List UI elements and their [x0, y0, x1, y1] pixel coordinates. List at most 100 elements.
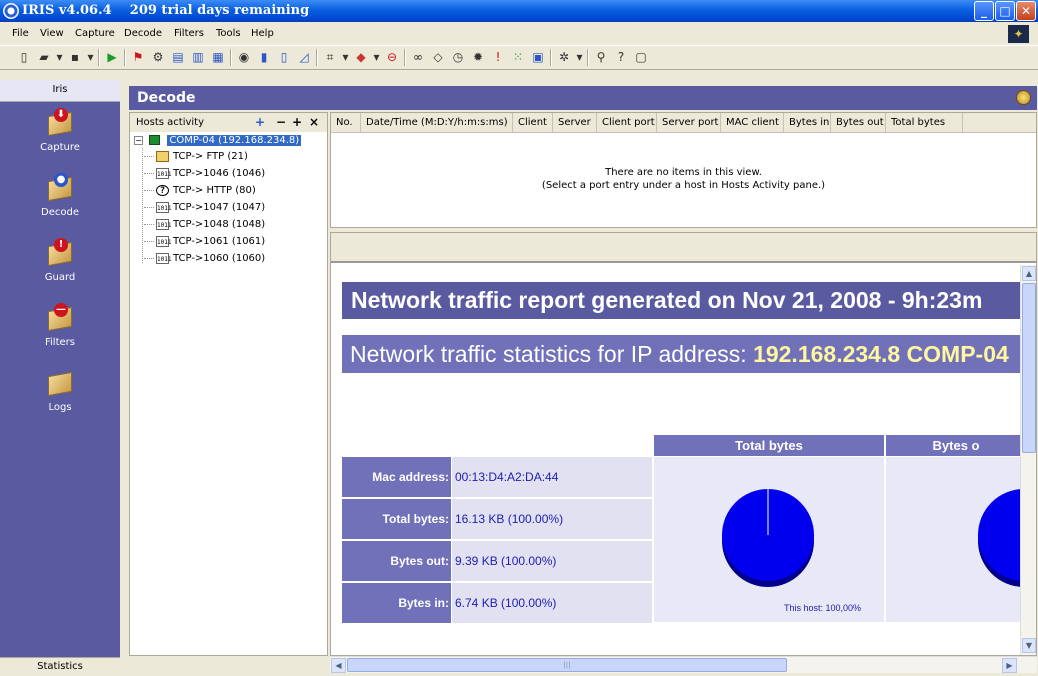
sidebar-item-logs[interactable]: Logs	[20, 368, 100, 413]
start-capture-icon[interactable]: ▶	[103, 49, 121, 66]
tree-port-node[interactable]: 1011 TCP->1061 (1061)	[144, 234, 265, 250]
close-button[interactable]: ✕	[1016, 1, 1036, 21]
filter-icon[interactable]: ⌗	[321, 49, 339, 66]
save-icon[interactable]: ▪	[66, 49, 84, 66]
dropdown-arrow-icon[interactable]: ▾	[575, 49, 584, 66]
column-header[interactable]: Client	[513, 113, 553, 133]
tree-port-label: TCP->1046 (1046)	[173, 168, 266, 179]
diamond-icon[interactable]: ◇	[429, 49, 447, 66]
flag-icon[interactable]: ⚑	[129, 49, 147, 66]
help-icon[interactable]: ▢	[632, 49, 650, 66]
sidebar-item-guard[interactable]: ! Guard	[20, 238, 100, 283]
line-chart-icon[interactable]: ◿	[295, 49, 313, 66]
note-icon[interactable]: ▣	[529, 49, 547, 66]
clock-icon[interactable]: ◷	[449, 49, 467, 66]
dropdown-arrow-icon[interactable]: ▾	[372, 49, 381, 66]
col-total-bytes: Total bytes	[654, 435, 884, 456]
exclamation-icon[interactable]: !	[489, 49, 507, 66]
column-header[interactable]: No.	[331, 113, 361, 133]
view-pane-2-icon[interactable]: ▦	[209, 49, 227, 66]
filters-icon: —	[45, 303, 75, 332]
menu-tools[interactable]: Tools	[216, 28, 241, 39]
pie-chart-total: This host: 100,00%	[722, 489, 861, 613]
search-help-icon[interactable]: ⚲	[592, 49, 610, 66]
column-chart-icon[interactable]: ▯	[275, 49, 293, 66]
column-header[interactable]: Server	[553, 113, 597, 133]
sidebar-header: Iris	[0, 80, 120, 102]
dropdown-arrow-icon[interactable]: ▾	[55, 49, 64, 66]
collapse-button[interactable]: −	[276, 113, 286, 132]
toolbar-separator	[550, 49, 552, 66]
bar-chart-icon[interactable]: ▮	[255, 49, 273, 66]
dropdown-arrow-icon[interactable]: ▾	[86, 49, 95, 66]
sidebar: Iris ⬇ Capture ● Decode ! Guard — Filters Logs S…	[0, 80, 120, 676]
stop-icon[interactable]: ⊖	[383, 49, 401, 66]
tree-port-node[interactable]: TCP-> FTP (21)	[144, 149, 248, 165]
menu-decode[interactable]: Decode	[124, 28, 162, 39]
packet-list-icon[interactable]: ▤	[169, 49, 187, 66]
expand-button[interactable]: +	[292, 113, 302, 132]
tree-root-node[interactable]: − COMP-04 (192.168.234.8)	[134, 133, 302, 149]
menu-file[interactable]: File	[12, 28, 29, 39]
hosts-activity-pane: Hosts activity + − + × − COMP-04 (192.16…	[129, 112, 328, 656]
tree-port-node[interactable]: ? TCP-> HTTP (80)	[144, 183, 256, 199]
menu-capture[interactable]: Capture	[75, 28, 115, 39]
empty-line-2: (Select a port entry under a host in Hos…	[541, 180, 826, 191]
new-icon[interactable]: ▯	[15, 49, 33, 66]
alarm-icon[interactable]: ✹	[469, 49, 487, 66]
windows-flag-icon: ✦	[1008, 25, 1029, 43]
open-icon[interactable]: ▰	[35, 49, 53, 66]
tree-port-node[interactable]: 1011 TCP->1046 (1046)	[144, 166, 265, 182]
horizontal-scrollbar[interactable]: ◀ ||| ▶	[330, 656, 1037, 673]
column-header[interactable]: MAC client	[721, 113, 784, 133]
decode-settings-icon[interactable]: ⚙	[149, 49, 167, 66]
decode-settings-icon[interactable]	[1016, 90, 1031, 105]
sidebar-item-filters[interactable]: — Filters	[20, 303, 100, 348]
sidebar-statistics-button[interactable]: Statistics	[0, 657, 120, 676]
column-header[interactable]: Client port	[597, 113, 657, 133]
tree-icon[interactable]: ⁙	[509, 49, 527, 66]
title-bar[interactable]: IRIS v4.06.4 209 trial days remaining _ …	[0, 0, 1038, 22]
report-heading: Network traffic report generated on Nov …	[342, 282, 1020, 319]
decode-header: Decode	[129, 86, 1037, 110]
sidebar-item-decode[interactable]: ● Decode	[20, 173, 100, 218]
close-pane-button[interactable]: ×	[309, 113, 319, 132]
menu-help[interactable]: Help	[251, 28, 274, 39]
scroll-left-button[interactable]: ◀	[331, 658, 346, 673]
binoculars-icon[interactable]: ∞	[409, 49, 427, 66]
tree-collapse-icon[interactable]: −	[134, 135, 143, 145]
sidebar-item-capture[interactable]: ⬇ Capture	[20, 108, 100, 153]
menu-view[interactable]: View	[40, 28, 64, 39]
host-label[interactable]: COMP-04 (192.168.234.8)	[167, 135, 302, 146]
horizontal-scroll-thumb[interactable]: |||	[347, 658, 787, 672]
vertical-scrollbar[interactable]: ▲ ▼	[1020, 265, 1036, 655]
unknown-protocol-icon: ?	[156, 184, 169, 196]
tree-port-node[interactable]: 1011 TCP->1060 (1060)	[144, 251, 265, 267]
column-header[interactable]: Bytes in	[784, 113, 831, 133]
sidebar-item-label: Filters	[45, 337, 75, 348]
iris-logo-icon	[3, 3, 19, 19]
tree-port-node[interactable]: 1011 TCP->1048 (1048)	[144, 217, 265, 233]
scroll-down-button[interactable]: ▼	[1022, 638, 1036, 653]
whats-this-icon[interactable]: ?	[612, 49, 630, 66]
menu-filters[interactable]: Filters	[174, 28, 204, 39]
vertical-scroll-thumb[interactable]	[1022, 283, 1036, 453]
hosts-find-icon[interactable]: +	[255, 113, 265, 132]
dropdown-arrow-icon[interactable]: ▾	[341, 49, 350, 66]
pie-caption: This host: 100,00%	[784, 603, 861, 613]
tree-branch	[144, 189, 154, 191]
scroll-up-button[interactable]: ▲	[1022, 266, 1036, 281]
scroll-right-button[interactable]: ▶	[1002, 658, 1017, 673]
view-pane-icon[interactable]: ▥	[189, 49, 207, 66]
column-header[interactable]: Total bytes	[886, 113, 963, 133]
column-header[interactable]: Date/Time (M:D:Y/h:m:s:ms)	[361, 113, 513, 133]
tree-port-node[interactable]: 1011 TCP->1047 (1047)	[144, 200, 265, 216]
column-header[interactable]: Bytes out	[831, 113, 886, 133]
minimize-button[interactable]: _	[974, 1, 994, 21]
plugin-icon[interactable]: ✲	[555, 49, 573, 66]
hosts-icon[interactable]: ◉	[235, 49, 253, 66]
tree-port-label: TCP-> HTTP (80)	[173, 185, 256, 196]
column-header[interactable]: Server port	[657, 113, 721, 133]
maximize-button[interactable]: □	[995, 1, 1015, 21]
guard-icon[interactable]: ◆	[352, 49, 370, 66]
